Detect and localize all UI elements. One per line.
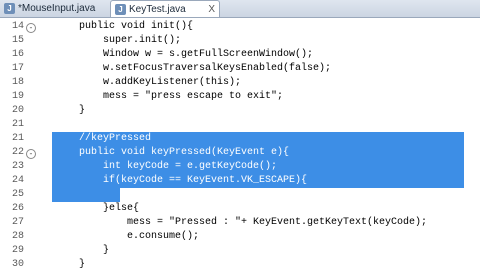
line-number: 25: [11, 189, 24, 200]
line-number: 17: [11, 63, 24, 74]
line-number: 19: [11, 91, 24, 102]
code-line[interactable]: 28 e.consume();: [0, 230, 480, 244]
line-number: 15: [11, 35, 24, 46]
code-text: }else{: [55, 203, 140, 214]
line-number: 24: [11, 175, 24, 186]
line-number: 22: [11, 147, 24, 158]
code-line[interactable]: 26 }else{: [0, 202, 480, 216]
line-number: 16: [11, 49, 24, 60]
code-line[interactable]: 25 stop();: [0, 188, 480, 202]
code-text: //keyPressed: [55, 133, 152, 144]
line-number: 26: [11, 203, 24, 214]
line-number: 29: [11, 245, 24, 256]
fold-toggle-icon[interactable]: -: [26, 149, 36, 159]
code-line[interactable]: 21: [0, 118, 480, 132]
code-text: mess = "Pressed : "+ KeyEvent.getKeyText…: [55, 217, 428, 228]
tab-mouseinput[interactable]: J *MouseInput.java: [0, 1, 110, 16]
fold-toggle-icon[interactable]: -: [26, 23, 36, 33]
code-line[interactable]: 21 //keyPressed: [0, 132, 480, 146]
code-line[interactable]: 14- public void init(){: [0, 20, 480, 34]
code-text: Window w = s.getFullScreenWindow();: [55, 49, 314, 60]
code-text: }: [55, 245, 110, 256]
java-file-icon: J: [115, 3, 126, 15]
java-file-icon: J: [4, 3, 15, 14]
code-line[interactable]: 29 }: [0, 244, 480, 258]
code-line[interactable]: 16 Window w = s.getFullScreenWindow();: [0, 48, 480, 62]
line-number: 21: [11, 133, 24, 144]
editor-tab-bar: J *MouseInput.java J KeyTest.java X: [0, 0, 480, 18]
code-text: stop();: [55, 189, 170, 200]
line-number: 14: [11, 21, 24, 32]
code-text: mess = "press escape to exit";: [55, 91, 284, 102]
line-number: 18: [11, 77, 24, 88]
code-line[interactable]: 18 w.addKeyListener(this);: [0, 76, 480, 90]
code-line[interactable]: 17 w.setFocusTraversalKeysEnabled(false)…: [0, 62, 480, 76]
code-line[interactable]: 15 super.init();: [0, 34, 480, 48]
code-text: public void init(){: [55, 21, 194, 32]
code-text: super.init();: [55, 35, 182, 46]
code-text: e.consume();: [55, 231, 200, 242]
line-number: 20: [11, 105, 24, 116]
code-editor[interactable]: 14- public void init(){15 super.init(); 1…: [0, 18, 480, 270]
line-number: 28: [11, 231, 24, 242]
code-line[interactable]: 19 mess = "press escape to exit";: [0, 90, 480, 104]
code-line[interactable]: 23 int keyCode = e.getKeyCode();: [0, 160, 480, 174]
line-number: 23: [11, 161, 24, 172]
code-text: if(keyCode == KeyEvent.VK_ESCAPE){: [55, 175, 308, 186]
close-tab-icon[interactable]: X: [208, 4, 215, 15]
tab-label: KeyTest.java: [129, 3, 186, 15]
code-text: w.setFocusTraversalKeysEnabled(false);: [55, 63, 332, 74]
code-text: int keyCode = e.getKeyCode();: [55, 161, 278, 172]
code-line[interactable]: 24 if(keyCode == KeyEvent.VK_ESCAPE){: [0, 174, 480, 188]
tab-label: *MouseInput.java: [18, 3, 96, 14]
code-text: w.addKeyListener(this);: [55, 77, 242, 88]
code-line[interactable]: 20 }: [0, 104, 480, 118]
code-line[interactable]: 27 mess = "Pressed : "+ KeyEvent.getKeyT…: [0, 216, 480, 230]
code-line[interactable]: 22- public void keyPressed(KeyEvent e){: [0, 146, 480, 160]
code-text: }: [55, 105, 86, 116]
code-text: public void keyPressed(KeyEvent e){: [55, 147, 290, 158]
tab-keytest[interactable]: J KeyTest.java X: [110, 0, 220, 17]
line-number: 21: [11, 119, 24, 130]
line-number: 27: [11, 217, 24, 228]
